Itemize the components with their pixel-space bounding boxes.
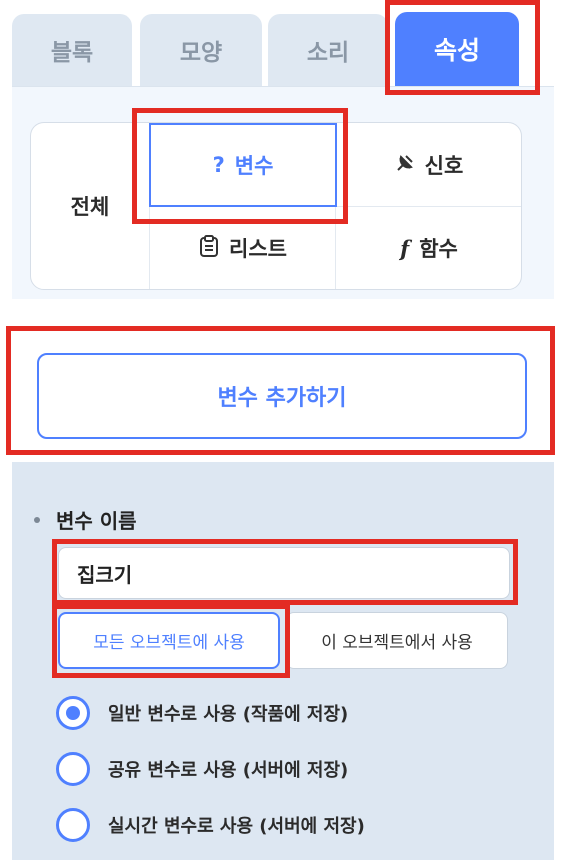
category-signal-label: 신호 (424, 154, 464, 178)
category-list-label: 리스트 (229, 237, 287, 261)
category-variable[interactable]: ? 변수 (149, 123, 337, 207)
scope-all-objects-button[interactable]: 모든 오브젝트에 사용 (58, 612, 280, 669)
add-variable-label: 변수 추가하기 (217, 386, 347, 411)
add-variable-button[interactable]: 변수 추가하기 (37, 353, 527, 439)
radio-option-realtime[interactable]: 실시간 변수로 사용 (서버에 저장) (56, 808, 365, 842)
tab-label: 모양 (179, 40, 223, 66)
scope-all-label: 모든 오브젝트에 사용 (93, 633, 245, 653)
radio-label: 일반 변수로 사용 (작품에 저장) (108, 704, 349, 725)
clipboard-icon (199, 234, 219, 262)
question-icon: ? (212, 153, 225, 177)
tab-sounds[interactable]: 소리 (268, 14, 388, 86)
radio-option-general[interactable]: 일반 변수로 사용 (작품에 저장) (56, 696, 348, 730)
category-function[interactable]: f 함수 (336, 207, 522, 289)
tab-shapes[interactable]: 모양 (140, 14, 262, 86)
category-all-label: 전체 (70, 195, 110, 219)
tab-bar: 블록 모양 소리 속성 (0, 0, 566, 88)
function-icon: f (400, 235, 410, 261)
radio-label: 공유 변수로 사용 (서버에 저장) (108, 760, 349, 781)
category-function-label: 함수 (419, 237, 458, 261)
category-signal[interactable]: 신호 (336, 123, 522, 207)
tab-blocks[interactable]: 블록 (12, 14, 132, 86)
category-list[interactable]: 리스트 (149, 207, 337, 289)
category-grid: 전체 ? 변수 신호 리스트 f 함수 (30, 122, 522, 290)
variable-name-label: 변수 이름 (56, 509, 137, 533)
radio-button[interactable] (56, 752, 90, 786)
tab-label: 블록 (50, 40, 94, 66)
radio-option-shared[interactable]: 공유 변수로 사용 (서버에 저장) (56, 752, 348, 786)
variable-name-label-row: 변수 이름 (34, 505, 137, 534)
satellite-icon (395, 153, 415, 178)
scope-this-object-button[interactable]: 이 오브젝트에서 사용 (286, 612, 508, 669)
tab-label: 속성 (433, 36, 480, 65)
tab-properties[interactable]: 속성 (395, 12, 519, 86)
category-all[interactable]: 전체 (31, 123, 150, 289)
radio-button[interactable] (56, 808, 90, 842)
radio-button[interactable] (56, 696, 90, 730)
bullet-icon (34, 516, 40, 523)
variable-name-input[interactable] (58, 547, 510, 599)
radio-label: 실시간 변수로 사용 (서버에 저장) (108, 816, 365, 837)
tab-label: 소리 (306, 40, 350, 66)
scope-this-label: 이 오브젝트에서 사용 (321, 633, 473, 653)
category-variable-label: 변수 (234, 154, 274, 178)
